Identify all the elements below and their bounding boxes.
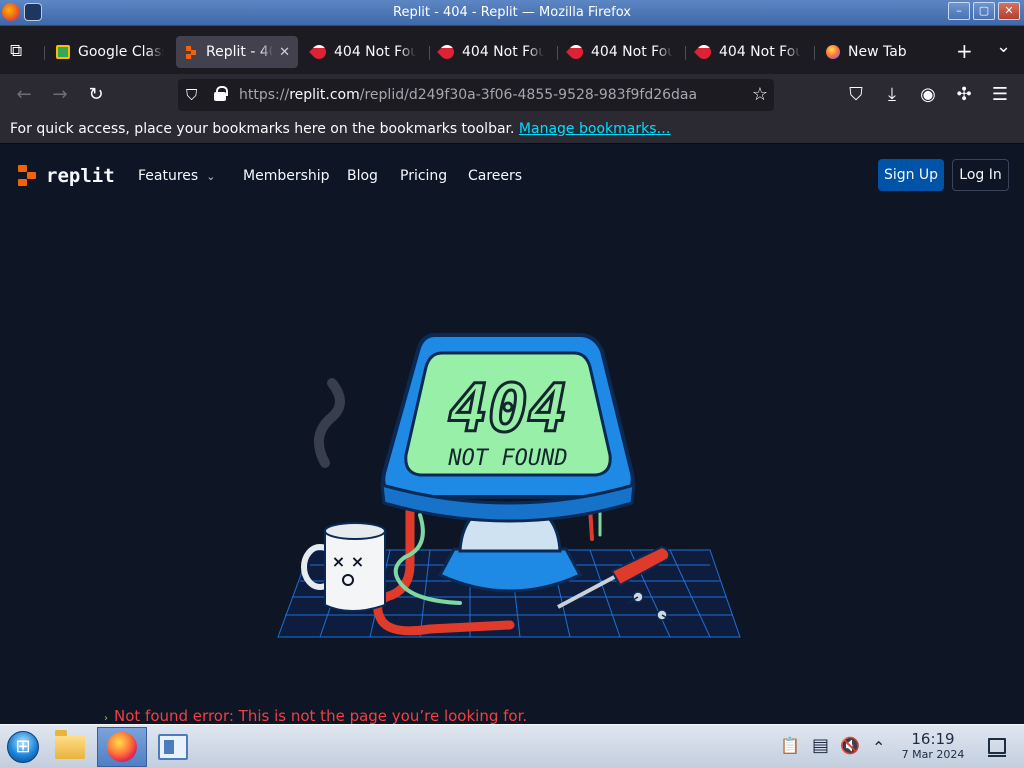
lcd-404-text: 404 bbox=[448, 370, 567, 447]
bookmark-star-icon[interactable]: ☆ bbox=[752, 84, 768, 105]
tab-separator bbox=[685, 46, 686, 60]
taskbar-firefox[interactable] bbox=[97, 727, 147, 767]
nav-pricing[interactable]: Pricing bbox=[400, 168, 447, 184]
nav-membership[interactable]: Membership bbox=[243, 168, 330, 184]
clipboard-icon[interactable]: 📋 bbox=[780, 737, 800, 755]
replit-wordmark: replit bbox=[46, 165, 115, 187]
404-pin-icon bbox=[309, 42, 329, 62]
url-path: /replid/d249f30a-3f06-4855-9528-983f9fd2… bbox=[359, 87, 698, 103]
address-bar[interactable]: ⛉ https://replit.com/replid/d249f30a-3f0… bbox=[178, 79, 774, 111]
window-titlebar[interactable]: Replit - 404 - Replit — Mozilla Firefox … bbox=[0, 0, 1024, 26]
list-all-tabs-button[interactable]: ⌄ bbox=[996, 36, 1011, 58]
start-button[interactable] bbox=[0, 727, 46, 767]
replit-icon bbox=[184, 45, 198, 59]
manage-bookmarks-link[interactable]: Manage bookmarks… bbox=[519, 121, 671, 137]
maximize-button[interactable]: ▢ bbox=[973, 2, 995, 20]
404-illustration: 404 NOT FOUND × × bbox=[277, 333, 741, 638]
new-tab-button[interactable]: + bbox=[956, 40, 973, 62]
downloads-icon[interactable]: ⤓ bbox=[881, 84, 903, 106]
start-orb-icon bbox=[7, 731, 39, 763]
tab-label: New Tab bbox=[848, 44, 907, 60]
404-pin-icon bbox=[694, 42, 714, 62]
folder-icon bbox=[55, 730, 85, 759]
firefox-icon bbox=[107, 732, 137, 762]
tab-label: Replit - 404 bbox=[206, 44, 273, 60]
tab-404-not-found-3[interactable]: 404 Not Found bbox=[561, 36, 681, 68]
tab-separator bbox=[814, 46, 815, 60]
tracking-protection-shield-icon[interactable]: ⛉ bbox=[186, 86, 197, 104]
bookmarks-hint: For quick access, place your bookmarks h… bbox=[10, 121, 515, 137]
close-window-button[interactable]: ✕ bbox=[998, 2, 1020, 20]
tab-label: 404 Not Found bbox=[591, 44, 673, 60]
404-pin-icon bbox=[437, 42, 457, 62]
extensions-icon[interactable]: ✣ bbox=[953, 84, 975, 106]
tab-strip: ⧉ Google Classroom Replit - 404 ✕ 404 No… bbox=[0, 26, 1024, 74]
minimize-button[interactable]: – bbox=[948, 2, 970, 20]
404-pin-icon bbox=[566, 42, 586, 62]
tab-separator bbox=[44, 46, 45, 60]
forward-button[interactable]: → bbox=[49, 84, 71, 106]
control-panel-icon bbox=[158, 734, 188, 760]
nav-features-label: Features bbox=[138, 168, 199, 184]
tab-separator bbox=[557, 46, 558, 60]
error-message-line: › Not found error: This is not the page y… bbox=[104, 707, 527, 724]
clock-time: 16:19 bbox=[911, 730, 955, 748]
sign-up-button[interactable]: Sign Up bbox=[878, 159, 944, 191]
tab-new-tab[interactable]: New Tab bbox=[818, 36, 928, 68]
volume-muted-icon[interactable]: 🔇 bbox=[840, 737, 860, 755]
mug-face-eyes: × × bbox=[332, 552, 364, 571]
reload-button[interactable]: ↻ bbox=[85, 84, 107, 106]
tab-replit-404[interactable]: Replit - 404 ✕ bbox=[176, 36, 298, 68]
taskbar-control-panel[interactable] bbox=[150, 727, 196, 767]
terminal-prompt-icon: › bbox=[104, 713, 108, 724]
tab-404-not-found-2[interactable]: 404 Not Found bbox=[432, 36, 552, 68]
system-clock[interactable]: 16:19 7 Mar 2024 bbox=[896, 731, 970, 762]
chevron-up-icon[interactable]: ⌃ bbox=[872, 739, 885, 757]
nav-blog[interactable]: Blog bbox=[347, 168, 378, 184]
url-text[interactable]: https://replit.com/replid/d249f30a-3f06-… bbox=[239, 87, 697, 103]
replit-page: replit Features ⌄ Membership Blog Pricing… bbox=[0, 145, 1024, 724]
bookmarks-toolbar: For quick access, place your bookmarks h… bbox=[0, 116, 1024, 144]
error-message: Not found error: This is not the page yo… bbox=[114, 707, 528, 724]
google-classroom-icon bbox=[56, 45, 70, 59]
window-title: Replit - 404 - Replit — Mozilla Firefox bbox=[393, 5, 631, 20]
tab-404-not-found-4[interactable]: 404 Not Found bbox=[689, 36, 809, 68]
close-tab-icon[interactable]: ✕ bbox=[279, 45, 290, 60]
lock-icon[interactable] bbox=[214, 86, 228, 101]
navigation-toolbar: ← → ↻ ⛉ https://replit.com/replid/d249f3… bbox=[0, 74, 1024, 116]
view-tabs-icon[interactable]: ⧉ bbox=[10, 40, 22, 62]
replit-logo-icon bbox=[18, 165, 38, 187]
back-button[interactable]: ← bbox=[13, 84, 35, 106]
url-scheme: https:// bbox=[239, 87, 290, 103]
show-desktop-icon[interactable] bbox=[988, 738, 1006, 757]
lcd-not-found-text: NOT FOUND bbox=[447, 446, 567, 471]
log-in-button[interactable]: Log In bbox=[952, 159, 1009, 191]
firefox-icon bbox=[826, 45, 840, 59]
replit-logo[interactable]: replit bbox=[18, 165, 115, 187]
window-controls: – ▢ ✕ bbox=[948, 2, 1020, 20]
account-icon[interactable]: ◉ bbox=[917, 84, 939, 106]
tab-separator bbox=[429, 46, 430, 60]
clock-date: 7 Mar 2024 bbox=[901, 748, 965, 761]
taskbar-file-manager[interactable] bbox=[47, 727, 93, 767]
tab-label: Google Classroom bbox=[78, 44, 164, 60]
app-menu-icon[interactable]: ☰ bbox=[989, 84, 1011, 106]
notes-icon[interactable]: ▤ bbox=[812, 737, 829, 755]
tab-google-classroom[interactable]: Google Classroom bbox=[48, 36, 172, 68]
tab-label: 404 Not Found bbox=[334, 44, 416, 60]
nav-features[interactable]: Features ⌄ bbox=[138, 168, 215, 184]
tab-label: 404 Not Found bbox=[462, 44, 544, 60]
pocket-icon[interactable]: ⛉ bbox=[845, 84, 867, 106]
chevron-down-icon: ⌄ bbox=[206, 170, 216, 183]
nav-careers[interactable]: Careers bbox=[468, 168, 522, 184]
url-domain: replit.com bbox=[289, 87, 360, 103]
tab-404-not-found-1[interactable]: 404 Not Found bbox=[304, 36, 424, 68]
tab-label: 404 Not Found bbox=[719, 44, 801, 60]
os-taskbar: 📋 ▤ 🔇 ⌃ 16:19 7 Mar 2024 bbox=[0, 724, 1024, 768]
